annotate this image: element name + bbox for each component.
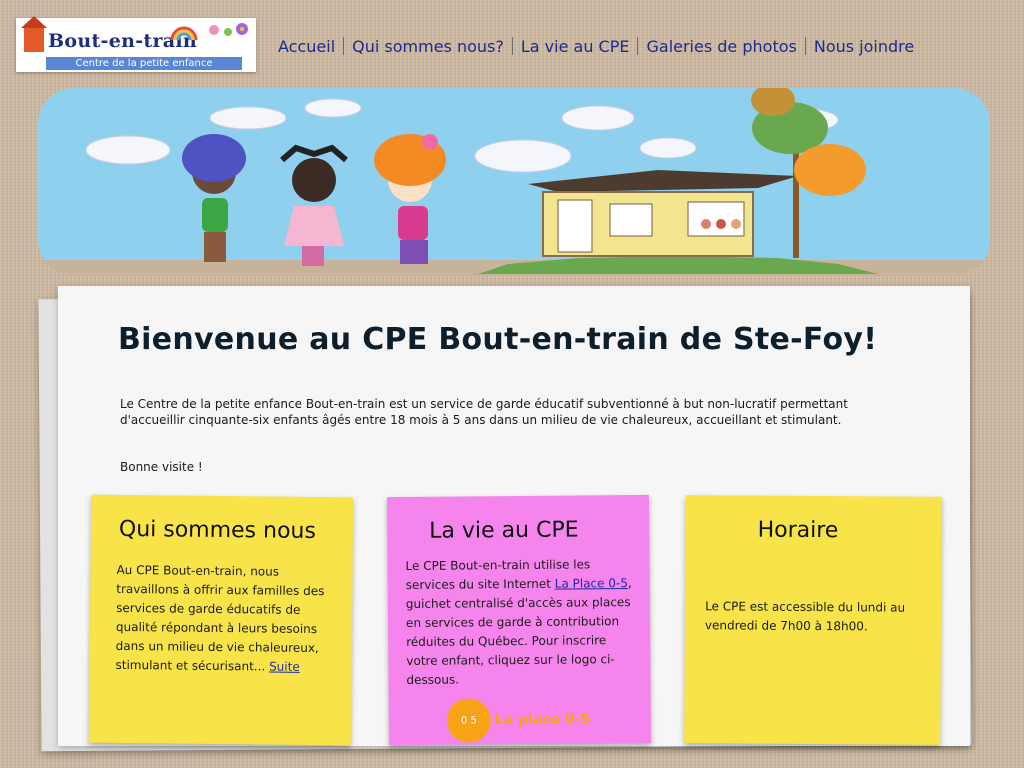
suite-link[interactable]: Suite xyxy=(269,660,300,674)
nav-galeries-de-photos[interactable]: Galeries de photos xyxy=(638,37,804,56)
note-text: Au CPE Bout-en-train, nous travaillons à… xyxy=(115,562,325,674)
la-place-logo-text: La place 0-5 xyxy=(494,711,591,729)
nav-qui-sommes-nous[interactable]: Qui sommes nous? xyxy=(344,37,512,56)
nav-accueil[interactable]: Accueil xyxy=(270,37,343,56)
main-navigation: Accueil Qui sommes nous? La vie au CPE G… xyxy=(270,30,922,62)
note-text: Le CPE est accessible du lundi au vendre… xyxy=(704,599,906,634)
logo-subtitle: Centre de la petite enfance xyxy=(46,57,242,70)
note-text: , guichet centralisé d'accès aux places … xyxy=(405,576,632,687)
page-title: Bienvenue au CPE Bout-en-train de Ste-Fo… xyxy=(118,322,878,358)
note-horaire: Horaire Le CPE est accessible du lundi a… xyxy=(684,495,942,745)
kids-house-illustration xyxy=(38,88,990,276)
intro-text: Le Centre de la petite enfance Bout-en-t… xyxy=(120,397,848,427)
note-title: Qui sommes nous xyxy=(118,516,317,544)
note-qui-sommes-nous: Qui sommes nous Au CPE Bout-en-train, no… xyxy=(88,494,354,746)
nav-la-vie-au-cpe[interactable]: La vie au CPE xyxy=(513,37,638,56)
la-place-link[interactable]: La Place 0-5 xyxy=(555,576,628,591)
header-banner xyxy=(38,88,990,276)
site-logo[interactable]: Bout-en-train Centre de la petite enfanc… xyxy=(16,16,256,72)
greeting-text: Bonne visite ! xyxy=(120,460,203,474)
la-place-logo[interactable]: 0 5 La place 0-5 xyxy=(446,697,591,743)
note-title: Horaire xyxy=(757,517,839,544)
nav-nous-joindre[interactable]: Nous joindre xyxy=(806,37,922,56)
rainbow-flowers-icon xyxy=(170,23,248,41)
note-la-vie-au-cpe: La vie au CPE Le CPE Bout-en-train utili… xyxy=(386,494,652,746)
house-icon xyxy=(21,16,47,52)
note-title: La vie au CPE xyxy=(429,517,579,544)
la-place-circle-icon: 0 5 xyxy=(446,698,492,743)
